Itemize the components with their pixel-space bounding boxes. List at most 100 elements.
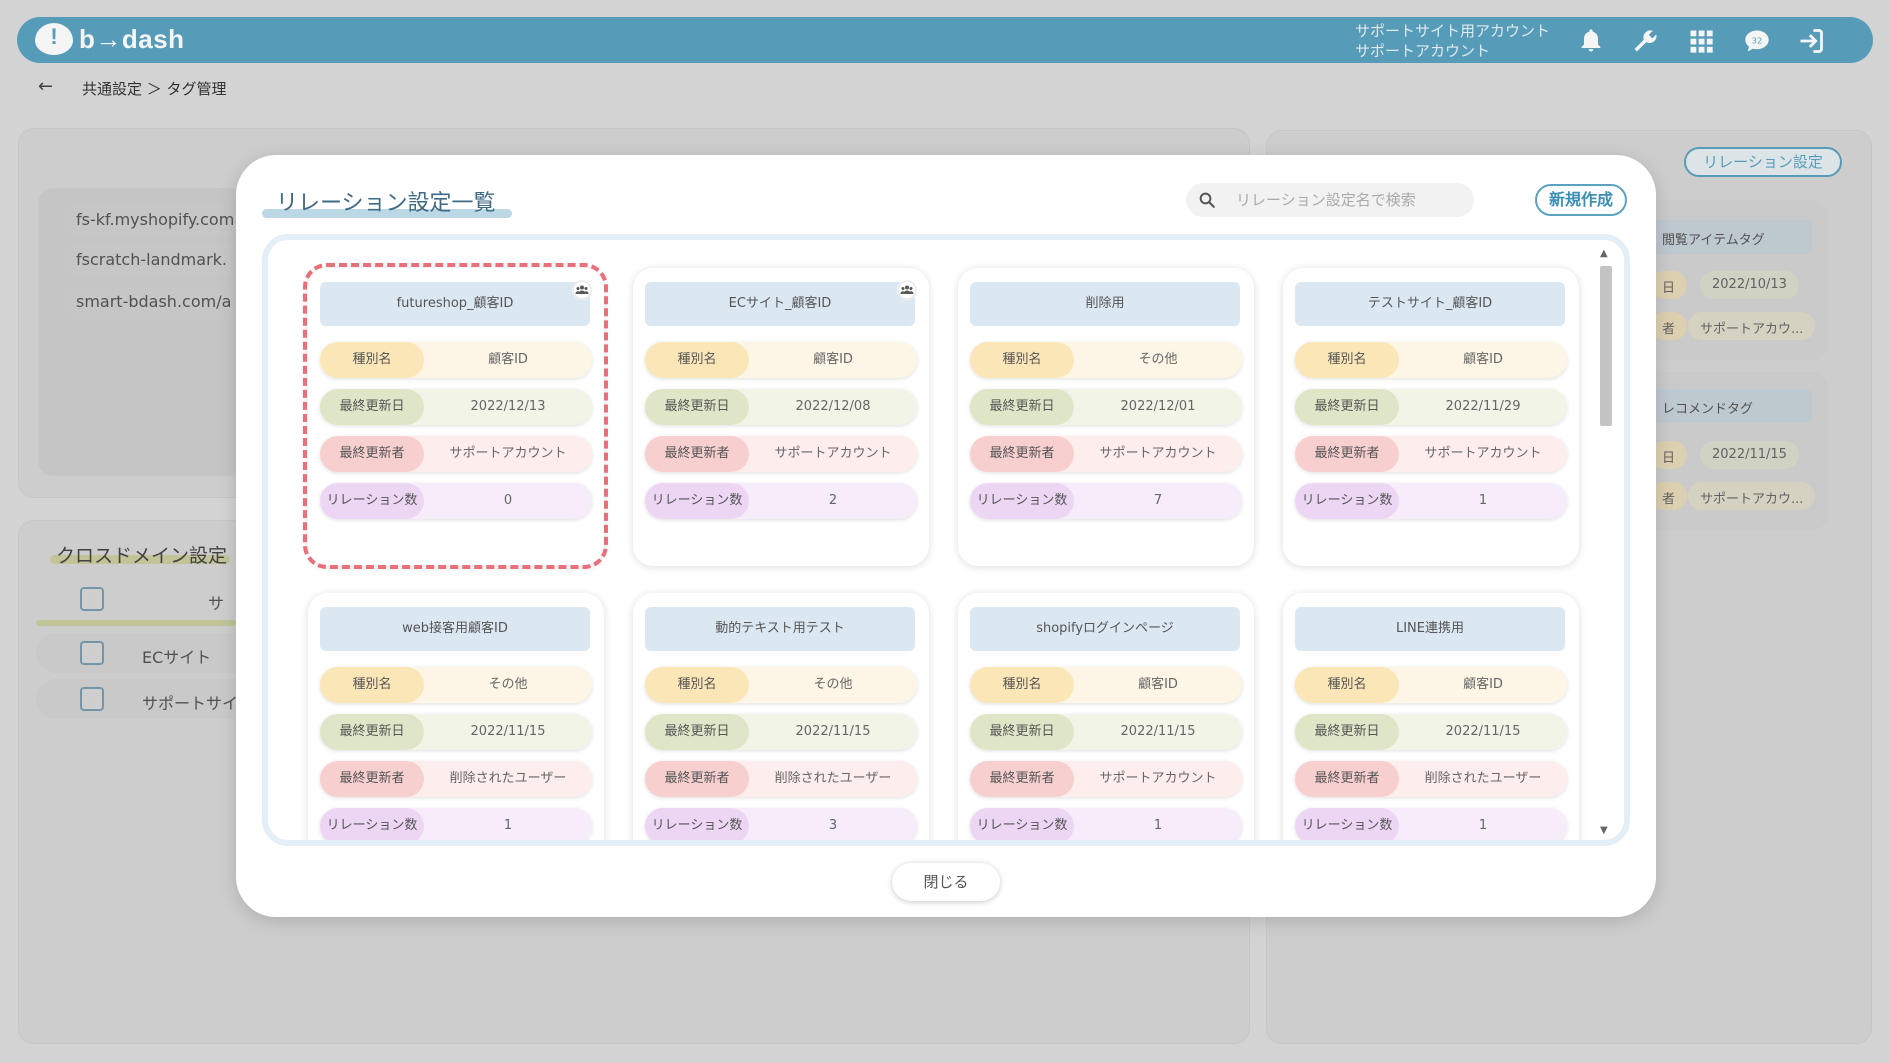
card-row-label: 種別名 [645, 667, 749, 703]
card-row-value: 削除されたユーザー [1424, 771, 1542, 786]
card-row-updater: 最終更新者 削除されたユーザー [320, 761, 592, 797]
card-row-value: 1 [1153, 818, 1163, 833]
card-row-updated: 最終更新日 2022/11/15 [645, 714, 917, 750]
card-row-value: 3 [828, 818, 838, 833]
relation-card[interactable]: ECサイト_顧客ID 種別名 顧客ID 最終更新日 2022/12/08 最終更新者 サポー… [633, 268, 929, 566]
card-row-type: 種別名 顧客ID [970, 667, 1242, 703]
card-row-count: リレーション数 3 [645, 808, 917, 840]
card-row-count: リレーション数 7 [970, 483, 1242, 519]
new-create-button[interactable]: 新規作成 [1535, 184, 1627, 216]
card-row-count: リレーション数 1 [1295, 808, 1567, 840]
card-row-label: 最終更新者 [1295, 436, 1399, 472]
card-row-type: 種別名 顧客ID [1295, 342, 1567, 378]
card-row-label: リレーション数 [645, 808, 749, 840]
card-row-value: 顧客ID [813, 352, 853, 367]
search-box[interactable] [1186, 183, 1474, 217]
relation-card-title: 動的テキスト用テスト [645, 607, 915, 651]
relation-card[interactable]: futureshop_顧客ID 種別名 顧客ID 最終更新日 2022/12/13 最終更… [308, 268, 604, 566]
relation-card-title: ECサイト_顧客ID [645, 282, 915, 326]
card-row-label: リレーション数 [1295, 808, 1399, 840]
card-row-count: リレーション数 2 [645, 483, 917, 519]
card-row-updater: 最終更新者 削除されたユーザー [645, 761, 917, 797]
modal-title: リレーション設定一覧 [276, 191, 496, 216]
relation-card-list[interactable]: futureshop_顧客ID 種別名 顧客ID 最終更新日 2022/12/13 最終更… [262, 234, 1630, 846]
card-row-label: 最終更新者 [1295, 761, 1399, 797]
card-row-label: リレーション数 [970, 808, 1074, 840]
relation-card-title: LINE連携用 [1295, 607, 1565, 651]
scroll-up-icon[interactable]: ▲ [1600, 248, 1608, 259]
card-row-label: 最終更新日 [970, 714, 1074, 750]
card-row-value: 1 [1478, 493, 1488, 508]
card-row-count: リレーション数 1 [1295, 483, 1567, 519]
search-input[interactable] [1236, 183, 1466, 217]
card-row-value: 2022/11/15 [795, 724, 871, 739]
card-row-label: 最終更新者 [320, 436, 424, 472]
card-row-label: 種別名 [320, 342, 424, 378]
relation-list-modal: リレーション設定一覧 新規作成 futureshop_顧客ID種別名顧客ID最終… [236, 155, 1656, 917]
card-row-label: 最終更新日 [645, 389, 749, 425]
card-row-value: 2022/12/08 [795, 399, 871, 414]
group-icon[interactable] [897, 280, 917, 300]
card-row-label: リレーション数 [645, 483, 749, 519]
card-row-value: 2022/11/15 [1120, 724, 1196, 739]
card-row-type: 種別名 顧客ID [320, 342, 592, 378]
card-row-value: サポートアカウント [1424, 446, 1542, 461]
card-row-label: 最終更新者 [320, 761, 424, 797]
card-row-value: サポートアカウント [1099, 771, 1217, 786]
card-row-count: リレーション数 1 [970, 808, 1242, 840]
relation-card-title: 削除用 [970, 282, 1240, 326]
card-row-updater: 最終更新者 サポートアカウント [320, 436, 592, 472]
card-row-value: 7 [1153, 493, 1163, 508]
card-row-updated: 最終更新日 2022/12/08 [645, 389, 917, 425]
card-row-label: 種別名 [645, 342, 749, 378]
card-row-value: 0 [503, 493, 513, 508]
card-row-updater: 最終更新者 サポートアカウント [1295, 436, 1567, 472]
card-row-updater: 最終更新者 削除されたユーザー [1295, 761, 1567, 797]
card-row-label: 種別名 [1295, 667, 1399, 703]
close-button[interactable]: 閉じる [892, 863, 1000, 901]
card-row-updater: 最終更新者 サポートアカウント [645, 436, 917, 472]
card-row-value: サポートアカウント [449, 446, 567, 461]
card-row-label: リレーション数 [970, 483, 1074, 519]
search-icon [1199, 192, 1215, 208]
card-row-label: 最終更新者 [645, 436, 749, 472]
card-row-type: 種別名 その他 [645, 667, 917, 703]
card-row-label: リレーション数 [320, 483, 424, 519]
card-row-value: 削除されたユーザー [449, 771, 567, 786]
card-row-value: その他 [488, 677, 528, 692]
relation-card-title: web接客用顧客ID [320, 607, 590, 651]
card-row-label: 種別名 [320, 667, 424, 703]
relation-card[interactable]: 削除用 種別名 その他 最終更新日 2022/12/01 最終更新者 サポートアカウント リレ… [958, 268, 1254, 566]
card-row-value: 2022/12/01 [1120, 399, 1196, 414]
group-icon[interactable] [572, 280, 592, 300]
card-row-value: 2022/11/29 [1445, 399, 1521, 414]
relation-card[interactable]: shopifyログインページ 種別名 顧客ID 最終更新日 2022/11/15 最終更新… [958, 593, 1254, 840]
card-row-label: 最終更新者 [970, 436, 1074, 472]
card-row-value: 2 [828, 493, 838, 508]
card-row-label: 種別名 [1295, 342, 1399, 378]
card-row-value: 顧客ID [1138, 677, 1178, 692]
card-row-label: 最終更新日 [970, 389, 1074, 425]
card-row-updated: 最終更新日 2022/11/15 [320, 714, 592, 750]
card-row-label: リレーション数 [320, 808, 424, 840]
card-row-value: 1 [1478, 818, 1488, 833]
card-row-value: 顧客ID [1463, 677, 1503, 692]
card-row-value: その他 [1138, 352, 1178, 367]
relation-card[interactable]: LINE連携用 種別名 顧客ID 最終更新日 2022/11/15 最終更新者 削除されたユ… [1283, 593, 1579, 840]
relation-card[interactable]: 動的テキスト用テスト種別名 その他 最終更新日 2022/11/15 最終更新者 削除され… [633, 593, 929, 840]
card-row-value: サポートアカウント [1099, 446, 1217, 461]
card-row-value: 2022/12/13 [470, 399, 546, 414]
card-row-label: 最終更新日 [320, 714, 424, 750]
scrollbar[interactable]: ▲ ▼ [1598, 248, 1614, 836]
card-row-value: 削除されたユーザー [774, 771, 892, 786]
card-row-count: リレーション数 1 [320, 808, 592, 840]
scrollbar-thumb[interactable] [1600, 266, 1612, 426]
relation-card[interactable]: テストサイト_顧客ID 種別名 顧客ID 最終更新日 2022/11/29 最終更新者 サポ… [1283, 268, 1579, 566]
card-row-type: 種別名 その他 [320, 667, 592, 703]
relation-card[interactable]: web接客用顧客ID 種別名 その他最終更新日 2022/11/15 最終更新者 削除され… [308, 593, 604, 840]
scroll-down-icon[interactable]: ▼ [1600, 825, 1608, 836]
card-row-updated: 最終更新日 2022/12/13 [320, 389, 592, 425]
card-row-type: 種別名 顧客ID [1295, 667, 1567, 703]
card-row-count: リレーション数 0 [320, 483, 592, 519]
card-row-label: 最終更新日 [645, 714, 749, 750]
